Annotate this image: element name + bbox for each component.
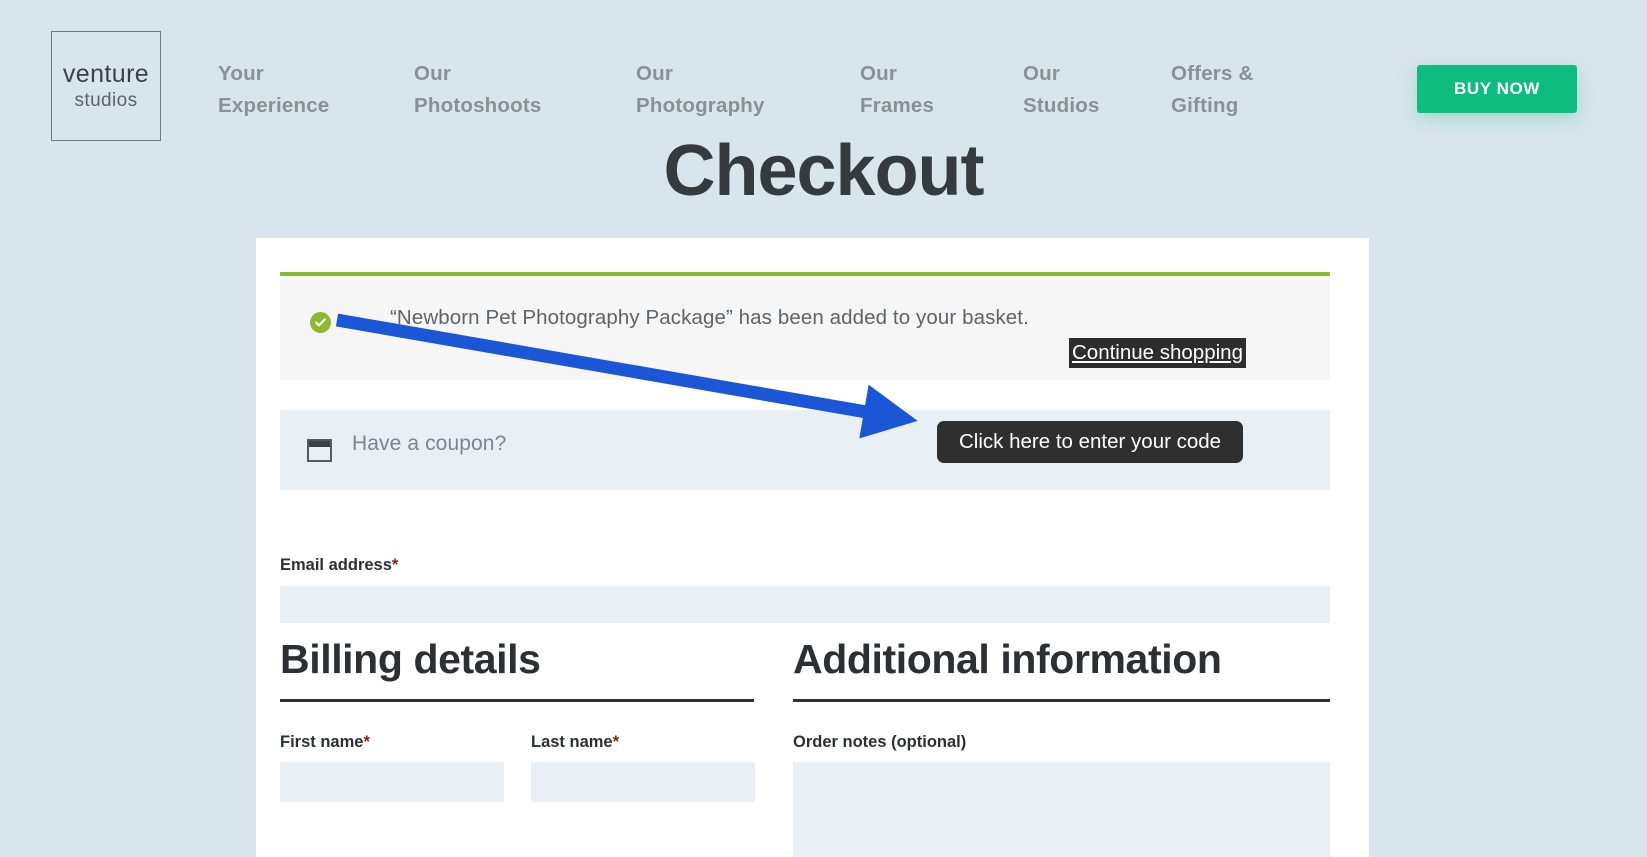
coupon-ticket-icon [307, 439, 332, 462]
logo-text-studios: studios [74, 90, 138, 111]
email-input[interactable] [280, 586, 1330, 623]
coupon-prompt-text: Have a coupon? [352, 432, 507, 455]
email-label-text: Email address [280, 556, 392, 574]
additional-information-heading: Additional information [793, 636, 1330, 702]
last-name-label-text: Last name [531, 733, 613, 751]
nav-item-our-studios[interactable]: Our Studios [1023, 58, 1171, 122]
venture-studios-logo[interactable]: venture studios [51, 31, 161, 141]
coupon-bar: Have a coupon? Click here to enter your … [280, 410, 1330, 490]
checkout-page: venture studios Your Experience Our Phot… [0, 0, 1647, 857]
nav-item-our-frames[interactable]: Our Frames [860, 58, 1023, 122]
logo-text-venture: venture [62, 60, 150, 88]
order-notes-textarea[interactable] [793, 762, 1330, 857]
first-name-field-label: First name* [280, 733, 370, 752]
main-navigation: Your Experience Our Photoshoots Our Phot… [218, 58, 1331, 122]
check-circle-icon [310, 312, 331, 333]
first-name-label-text: First name [280, 733, 364, 751]
required-indicator: * [363, 733, 370, 751]
first-name-input[interactable] [280, 762, 504, 802]
success-message-text: “Newborn Pet Photography Package” has be… [390, 306, 1029, 329]
buy-now-button[interactable]: BUY NOW [1417, 65, 1577, 113]
nav-item-our-photoshoots[interactable]: Our Photoshoots [414, 58, 636, 122]
required-indicator: * [391, 556, 399, 574]
billing-details-heading: Billing details [280, 636, 754, 702]
nav-item-offers-gifting[interactable]: Offers & Gifting [1171, 58, 1331, 122]
last-name-input[interactable] [531, 762, 755, 802]
email-field-label: Email address* [280, 556, 398, 575]
enter-coupon-code-button[interactable]: Click here to enter your code [937, 421, 1244, 463]
page-title: Checkout [663, 131, 984, 211]
nav-item-our-photography[interactable]: Our Photography [636, 58, 860, 122]
basket-success-notice: “Newborn Pet Photography Package” has be… [280, 272, 1330, 380]
order-notes-field-label: Order notes (optional) [793, 733, 967, 751]
required-indicator: * [612, 733, 620, 751]
nav-item-your-experience[interactable]: Your Experience [218, 58, 414, 122]
continue-shopping-link[interactable]: Continue shopping [1069, 338, 1246, 368]
checkout-card: “Newborn Pet Photography Package” has be… [256, 238, 1369, 857]
last-name-field-label: Last name* [531, 733, 619, 752]
